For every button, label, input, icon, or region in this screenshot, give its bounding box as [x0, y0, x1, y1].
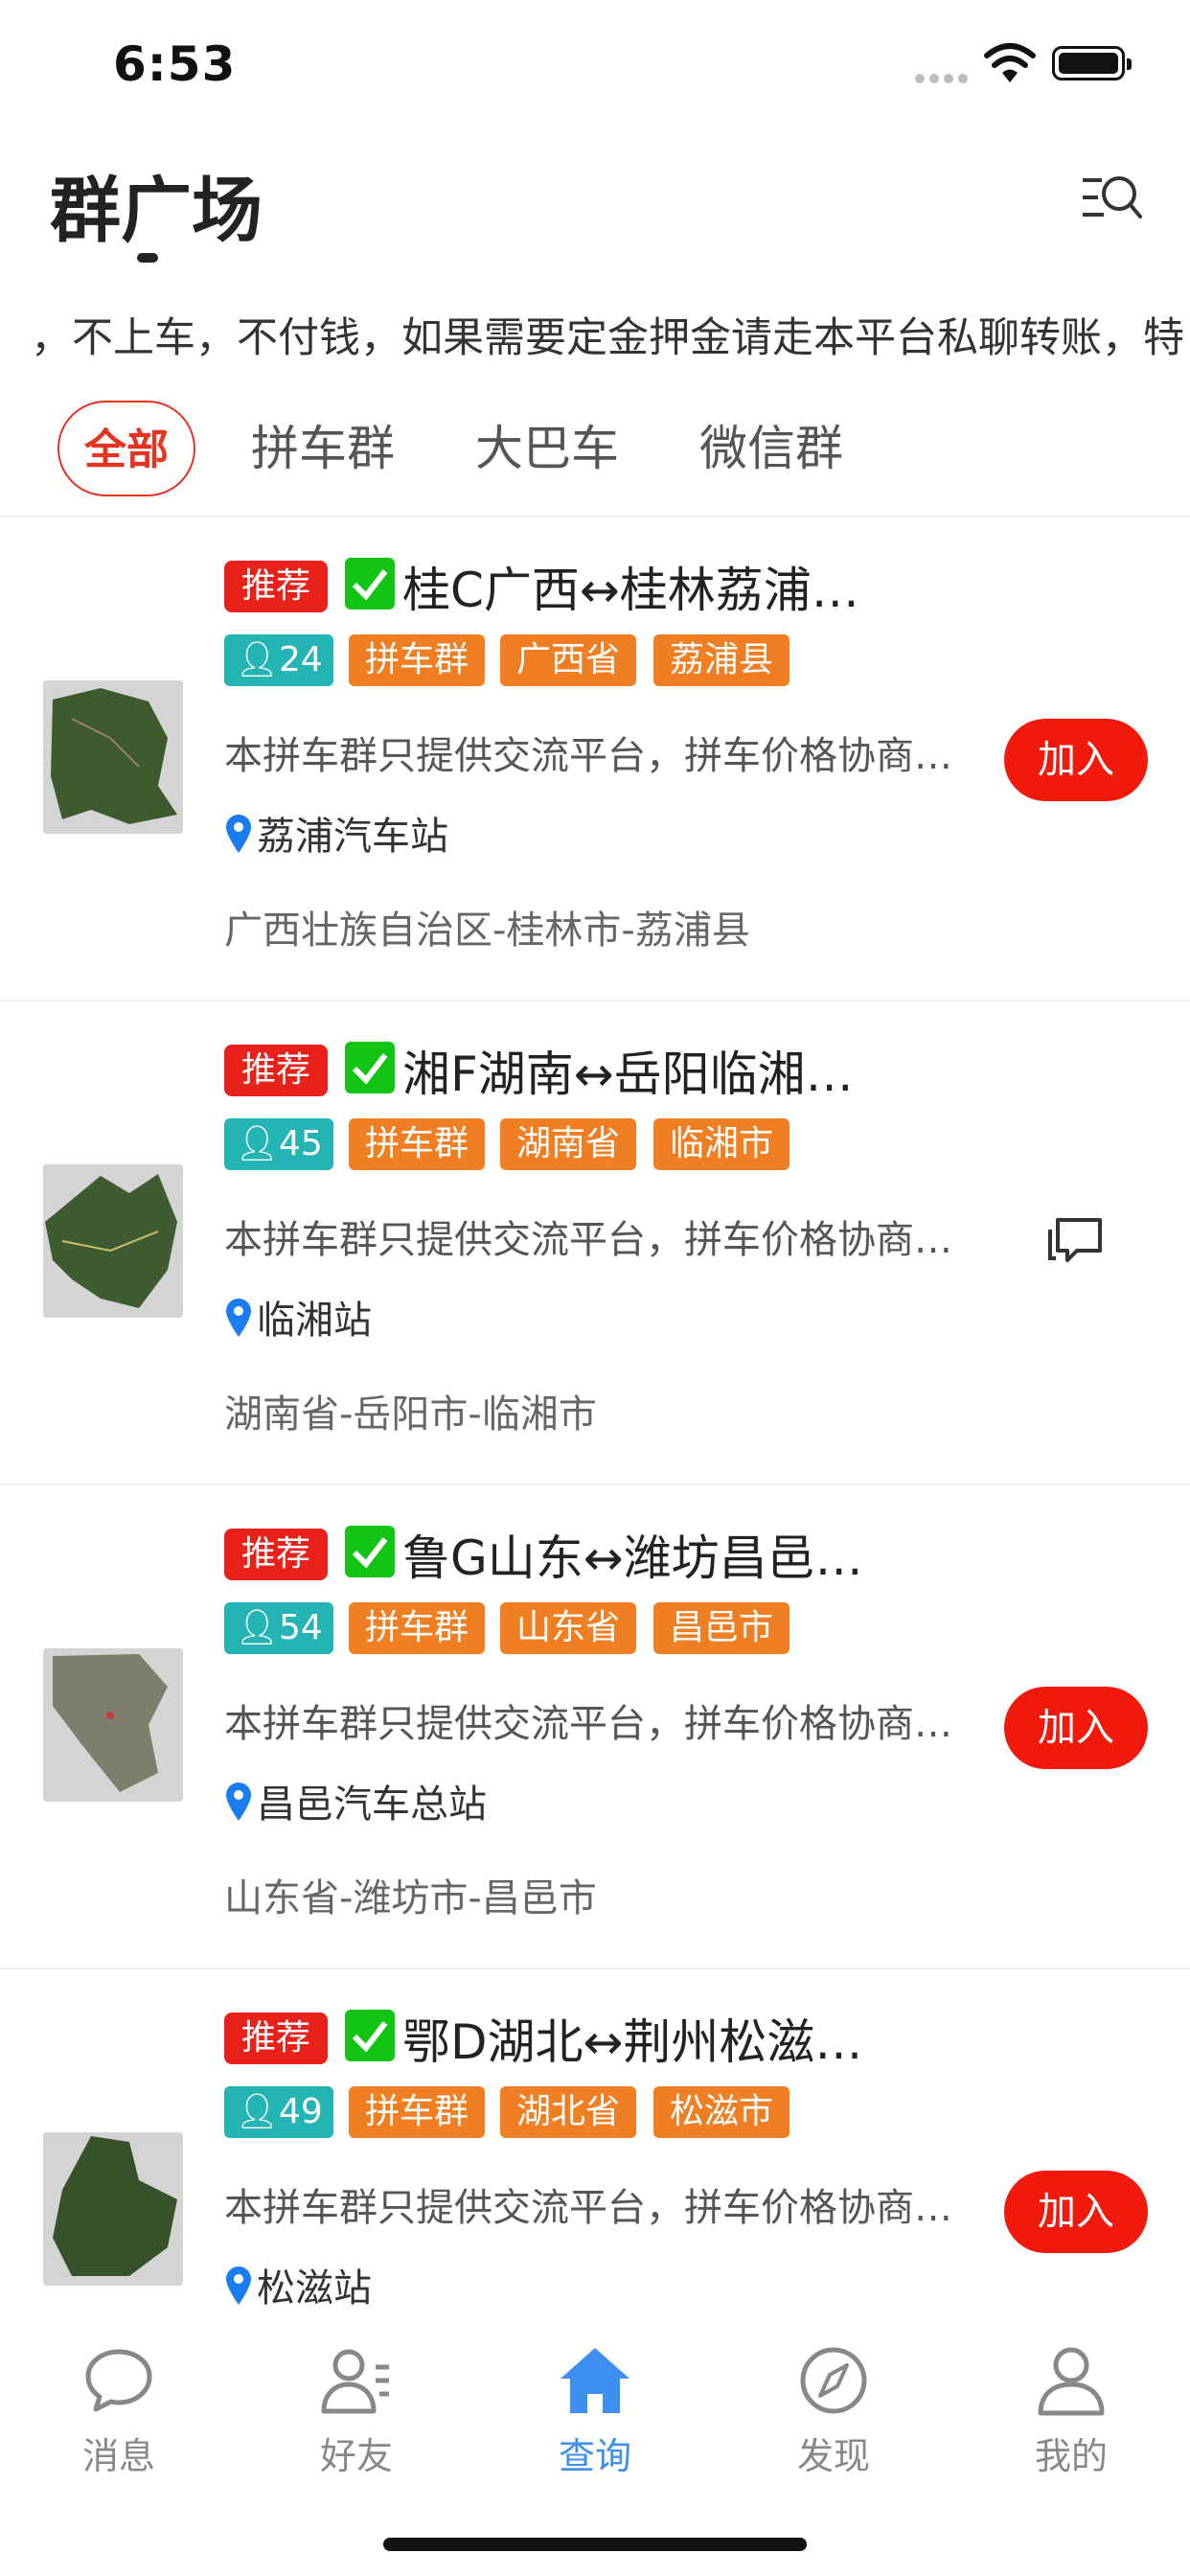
- group-map-thumbnail: [43, 1164, 183, 1318]
- group-station: 临湘站: [224, 1289, 372, 1348]
- group-tag: 昌邑市: [653, 1602, 790, 1654]
- tabbar-item-friends[interactable]: 好友: [280, 2344, 433, 2479]
- tabbar-label: 发现: [796, 2435, 870, 2477]
- group-tag: 广西省: [500, 634, 636, 686]
- battery-icon: [1052, 46, 1132, 80]
- checkmark-icon: [345, 2010, 395, 2061]
- member-count-badge: 👤︎49: [224, 2086, 333, 2138]
- group-description: 本拼车群只提供交流平台，拼车价格协商…: [224, 1702, 952, 1746]
- recommend-badge: 推荐: [224, 2012, 328, 2064]
- user-icon: 👤︎: [235, 1608, 279, 1647]
- tabbar-item-messages[interactable]: 消息: [42, 2344, 195, 2479]
- member-count: 54: [278, 1608, 323, 1647]
- search-filter-icon[interactable]: [1081, 169, 1142, 226]
- location-pin-icon: [224, 813, 253, 864]
- group-tag: 湖北省: [500, 2086, 636, 2138]
- group-station: 松滋站: [224, 2257, 372, 2316]
- group-description: 本拼车群只提供交流平台，拼车价格协商…: [224, 734, 952, 778]
- group-station: 荔浦汽车站: [224, 805, 448, 864]
- group-tag: 拼车群: [349, 634, 485, 686]
- station-name: 临湘站: [257, 1299, 372, 1343]
- group-tag: 湖南省: [500, 1118, 636, 1170]
- member-count-badge: 👤︎54: [224, 1602, 333, 1654]
- cellular-signal-icon: [915, 69, 973, 83]
- join-button[interactable]: 加入: [1004, 1687, 1148, 1769]
- tab-all[interactable]: 全部: [57, 401, 195, 496]
- tabbar-item-profile[interactable]: 我的: [995, 2344, 1148, 2479]
- member-count: 45: [278, 1124, 323, 1163]
- wifi-icon: [983, 42, 1041, 86]
- tab-bus[interactable]: 大巴车: [475, 414, 619, 483]
- chat-icon[interactable]: [1044, 1210, 1106, 1272]
- recommend-badge: 推荐: [224, 1529, 328, 1580]
- group-card[interactable]: 推荐 湘F湖南↔岳阳临湘… 👤︎45 拼车群 湖南省 临湘市 本拼车群只提供交流…: [0, 1001, 1190, 1485]
- home-indicator: [383, 2538, 807, 2551]
- message-icon: [85, 2349, 152, 2412]
- group-title: 湘F湖南↔岳阳临湘…: [402, 1046, 854, 1102]
- join-button[interactable]: 加入: [1004, 2171, 1148, 2253]
- group-tag: 拼车群: [349, 1118, 485, 1170]
- user-icon: 👤︎: [235, 640, 279, 679]
- group-title: 鄂D湖北↔荆州松滋…: [402, 2014, 863, 2070]
- group-region: 山东省-潍坊市-昌邑市: [224, 1876, 597, 1920]
- friends-icon: [321, 2349, 389, 2414]
- station-name: 荔浦汽车站: [257, 815, 448, 859]
- group-region: 湖南省-岳阳市-临湘市: [224, 1392, 597, 1437]
- user-icon: 👤︎: [235, 1124, 279, 1163]
- recommend-badge: 推荐: [224, 1045, 328, 1096]
- notice-marquee: ，不上车，不付钱，如果需要定金押金请走本平台私聊转账，特: [0, 305, 1190, 372]
- location-pin-icon: [224, 2265, 253, 2316]
- title-underline: [137, 253, 158, 263]
- checkmark-icon: [345, 1042, 395, 1093]
- tabbar-label: 我的: [1034, 2435, 1108, 2477]
- tab-carpool-group[interactable]: 拼车群: [251, 414, 395, 483]
- tabbar-label: 消息: [81, 2435, 155, 2477]
- compass-icon: [800, 2347, 867, 2414]
- group-region: 广西壮族自治区-桂林市-荔浦县: [224, 908, 750, 953]
- tab-wechat-group[interactable]: 微信群: [699, 414, 843, 483]
- profile-icon: [1038, 2347, 1105, 2416]
- group-map-thumbnail: [43, 1648, 183, 1802]
- checkmark-icon: [345, 558, 395, 610]
- station-name: 松滋站: [257, 2266, 372, 2311]
- group-tag: 拼车群: [349, 1602, 485, 1654]
- member-count-badge: 👤︎45: [224, 1118, 333, 1170]
- group-title: 桂C广西↔桂林荔浦…: [402, 563, 859, 618]
- tabbar-label: 查询: [558, 2435, 631, 2477]
- home-icon: [561, 2348, 629, 2413]
- group-tag: 临湘市: [653, 1118, 790, 1170]
- member-count: 24: [278, 640, 323, 679]
- group-station: 昌邑汽车总站: [224, 1773, 487, 1832]
- recommend-badge: 推荐: [224, 561, 328, 612]
- group-tag: 荔浦县: [653, 634, 790, 686]
- group-card[interactable]: 推荐 鄂D湖北↔荆州松滋… 👤︎49 拼车群 湖北省 松滋市 本拼车群只提供交流…: [0, 1969, 1190, 2319]
- group-tag: 松滋市: [653, 2086, 790, 2138]
- group-tag: 拼车群: [349, 2086, 485, 2138]
- group-map-thumbnail: [43, 2132, 183, 2286]
- group-map-thumbnail: [43, 680, 183, 834]
- status-time: 6:53: [113, 36, 237, 92]
- station-name: 昌邑汽车总站: [257, 1782, 487, 1827]
- tabbar-item-discover[interactable]: 发现: [757, 2344, 910, 2479]
- user-icon: 👤︎: [235, 2092, 279, 2131]
- location-pin-icon: [224, 1781, 253, 1832]
- location-pin-icon: [224, 1297, 253, 1348]
- member-count: 49: [278, 2092, 323, 2131]
- group-title: 鲁G山东↔潍坊昌邑…: [402, 1530, 863, 1586]
- group-card[interactable]: 推荐 桂C广西↔桂林荔浦… 👤︎24 拼车群 广西省 荔浦县 本拼车群只提供交流…: [0, 518, 1190, 1001]
- tabbar-label: 好友: [319, 2435, 393, 2477]
- notice-text: ，不上车，不付钱，如果需要定金押金请走本平台私聊转账，特: [31, 314, 1184, 362]
- group-description: 本拼车群只提供交流平台，拼车价格协商…: [224, 2186, 952, 2230]
- group-tag: 山东省: [500, 1602, 636, 1654]
- page-title: 群广场: [50, 170, 263, 252]
- group-description: 本拼车群只提供交流平台，拼车价格协商…: [224, 1218, 952, 1262]
- join-button[interactable]: 加入: [1004, 719, 1148, 801]
- tabbar-item-query[interactable]: 查询: [518, 2344, 672, 2479]
- checkmark-icon: [345, 1526, 395, 1577]
- group-card[interactable]: 推荐 鲁G山东↔潍坊昌邑… 👤︎54 拼车群 山东省 昌邑市 本拼车群只提供交流…: [0, 1485, 1190, 1969]
- member-count-badge: 👤︎24: [224, 634, 333, 686]
